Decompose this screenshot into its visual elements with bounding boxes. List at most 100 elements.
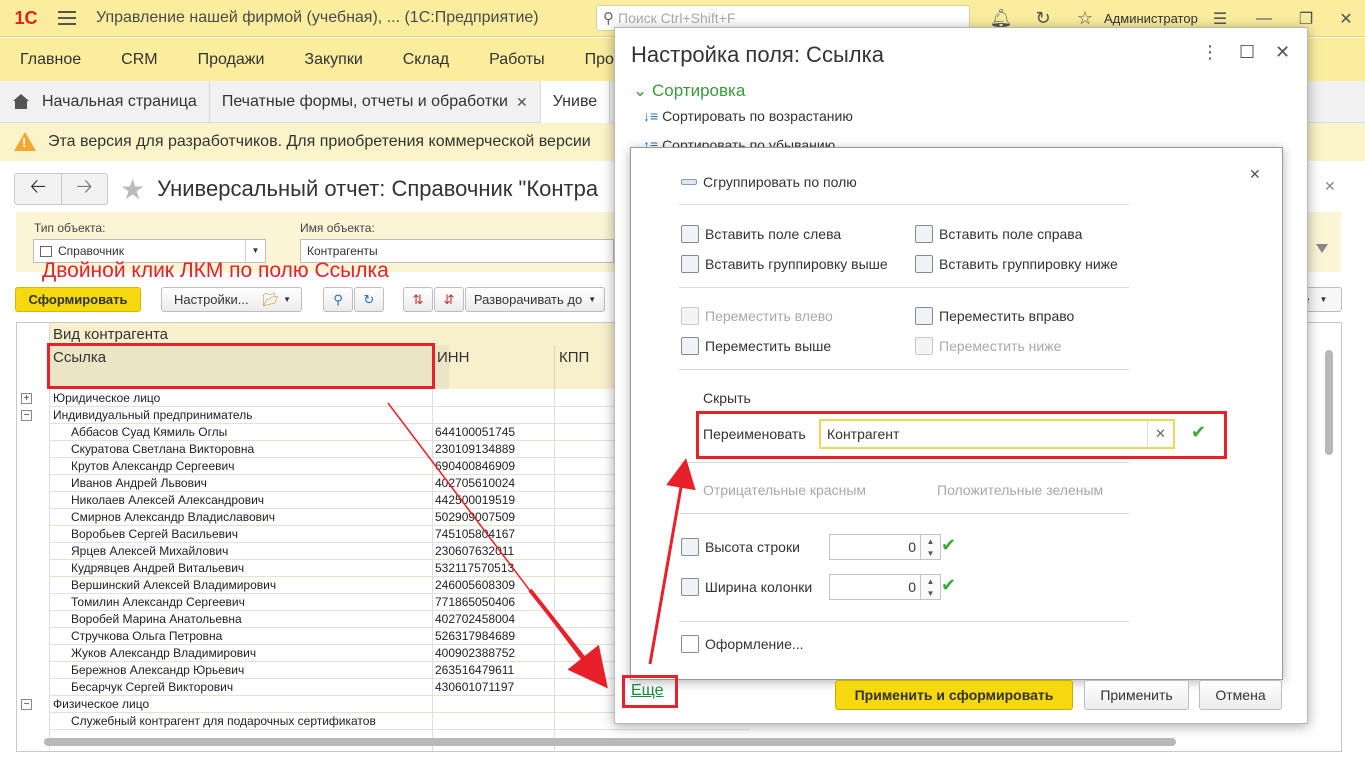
find-next-button[interactable]: ↻	[354, 287, 384, 312]
collapse-individual-icon[interactable]: −	[21, 410, 32, 421]
col-width-stepper[interactable]: ▲ ▼	[921, 574, 941, 600]
insert-group-above[interactable]: Вставить группировку выше	[681, 255, 888, 273]
sort-asc-icon[interactable]: ⇅	[403, 287, 433, 312]
variants-icon: 📂︎	[262, 291, 280, 307]
row-inn[interactable]: 230607632011	[435, 544, 514, 558]
row-inn[interactable]: 402705610024	[435, 476, 515, 490]
row-inn[interactable]: 644100051745	[435, 425, 515, 439]
forward-arrow-icon[interactable]: 🡢	[61, 174, 107, 204]
group-individual[interactable]: Индивидуальный предприниматель	[53, 408, 252, 422]
favorite-star-icon[interactable]: ★	[120, 173, 145, 206]
more-vert-icon[interactable]: ⋮	[1201, 42, 1219, 63]
more-link[interactable]: Еще	[631, 682, 664, 700]
row-inn[interactable]: 402702458004	[435, 612, 515, 626]
insert-right[interactable]: Вставить поле справа	[915, 225, 1082, 243]
move-up[interactable]: Переместить выше	[681, 337, 831, 355]
col-width-confirm-icon[interactable]: ✔	[941, 575, 956, 596]
row-name[interactable]: Ярцев Алексей Михайлович	[71, 544, 228, 558]
row-inn[interactable]: 502909007509	[435, 510, 515, 524]
insert-left[interactable]: Вставить поле слева	[681, 225, 841, 243]
row-name[interactable]: Воробей Марина Анатольевна	[71, 612, 242, 626]
vertical-scrollbar[interactable]	[1324, 350, 1334, 710]
table-row[interactable]: Служебный контрагент для подарочных серт…	[71, 714, 376, 728]
collapse-physical-icon[interactable]: −	[21, 699, 32, 710]
expand-to-button[interactable]: Разворачивать до ▼	[465, 287, 605, 312]
maximize-icon[interactable]: ☐	[1239, 42, 1255, 63]
popup-close-icon[interactable]: ✕	[1249, 166, 1261, 183]
row-name[interactable]: Воробьев Сергей Васильевич	[71, 527, 238, 541]
tab-print-forms[interactable]: Печатные формы, отчеты и обработки ✕	[210, 81, 541, 123]
col-inn-header[interactable]: ИНН	[437, 349, 469, 366]
group-by-field[interactable]: Сгруппировать по полю	[681, 174, 857, 190]
sort-desc-icon[interactable]: ⇵	[434, 287, 464, 312]
menu-works[interactable]: Работы	[469, 38, 565, 81]
tab-universal-report[interactable]: Униве	[540, 81, 611, 123]
row-name[interactable]: Иванов Андрей Львович	[71, 476, 207, 490]
row-height-confirm-icon[interactable]: ✔	[941, 535, 956, 556]
row-inn[interactable]: 430601071197	[435, 680, 514, 694]
row-name[interactable]: Кудрявцев Андрей Витальевич	[71, 561, 244, 575]
menu-purchases[interactable]: Закупки	[284, 38, 382, 81]
insert-group-below[interactable]: Вставить группировку ниже	[915, 255, 1118, 273]
group-by-label: Сгруппировать по полю	[703, 174, 857, 190]
row-name[interactable]: Смирнов Александр Владиславович	[71, 510, 275, 524]
row-name[interactable]: Крутов Александр Сергеевич	[71, 459, 234, 473]
row-name[interactable]: Аббасов Суад Кямиль Оглы	[71, 425, 227, 439]
close-icon[interactable]: ✕	[1326, 0, 1365, 37]
move-left[interactable]: Переместить влево	[681, 307, 833, 325]
negative-red[interactable]: Отрицательные красным	[703, 482, 866, 498]
report-close-icon[interactable]: ✕	[1324, 178, 1336, 195]
app-logo[interactable]: 1С	[0, 0, 52, 37]
dialog-close-icon[interactable]: ✕	[1275, 42, 1290, 63]
positive-green[interactable]: Положительные зеленым	[937, 482, 1103, 498]
row-inn[interactable]: 442500019519	[435, 493, 515, 507]
expand-legal-icon[interactable]: +	[21, 393, 32, 404]
row-name[interactable]: Вершинский Алексей Владимирович	[71, 578, 276, 592]
row-inn[interactable]: 690400846909	[435, 459, 515, 473]
row-inn[interactable]: 745105804167	[435, 527, 515, 541]
generate-button[interactable]: Сформировать	[15, 287, 141, 312]
row-inn[interactable]: 263516479611	[435, 663, 514, 677]
find-button[interactable]: ⚲	[323, 287, 353, 312]
row-height-input[interactable]: 0	[829, 534, 921, 560]
horizontal-scrollbar[interactable]	[44, 737, 1298, 747]
menu-crm[interactable]: CRM	[101, 38, 177, 81]
menu-sales[interactable]: Продажи	[178, 38, 285, 81]
row-name[interactable]: Бесарчук Сергей Викторович	[71, 680, 233, 694]
row-inn[interactable]: 532117570513	[435, 561, 514, 575]
row-name[interactable]: Стручкова Ольга Петровна	[71, 629, 222, 643]
menu-warehouse[interactable]: Склад	[383, 38, 469, 81]
row-name[interactable]: Томилин Александр Сергеевич	[71, 595, 245, 609]
row-inn[interactable]: 400902388752	[435, 646, 515, 660]
move-down[interactable]: Переместить ниже	[915, 337, 1061, 355]
settings-button[interactable]: Настройки... 📂︎ ▼	[161, 287, 302, 312]
format-item[interactable]: Оформление...	[681, 635, 804, 653]
main-menu-icon[interactable]	[52, 11, 82, 25]
row-name[interactable]: Скуратова Светлана Викторовна	[71, 442, 254, 456]
row-name[interactable]: Бережнов Александр Юрьевич	[71, 663, 244, 677]
apply-and-generate-button[interactable]: Применить и сформировать	[835, 680, 1073, 710]
sort-section[interactable]: ⌄ Сортировка	[633, 81, 745, 101]
row-inn[interactable]: 526317984689	[435, 629, 515, 643]
back-arrow-icon[interactable]: 🡠	[15, 174, 61, 204]
col-width-input[interactable]: 0	[829, 574, 921, 600]
tab-close-icon[interactable]: ✕	[516, 94, 528, 111]
row-inn[interactable]: 230109134889	[435, 442, 515, 456]
filter-icon[interactable]	[1316, 244, 1328, 253]
apply-button[interactable]: Применить	[1084, 680, 1189, 710]
group-physical[interactable]: Физическое лицо	[53, 697, 149, 711]
sort-asc-item[interactable]: ↓≡ Сортировать по возрастанию	[643, 108, 853, 124]
row-height-stepper[interactable]: ▲ ▼	[921, 534, 941, 560]
user-name[interactable]: Администратор	[1104, 11, 1198, 26]
col-kpp-header[interactable]: КПП	[559, 349, 589, 366]
row-name[interactable]: Жуков Александр Владимирович	[71, 646, 256, 660]
menu-main[interactable]: Главное	[0, 38, 101, 81]
tab-home[interactable]: Начальная страница	[0, 81, 210, 123]
row-inn[interactable]: 771865050406	[435, 595, 515, 609]
row-name[interactable]: Николаев Алексей Александрович	[71, 493, 264, 507]
hide-field[interactable]: Скрыть	[703, 390, 751, 406]
cancel-button[interactable]: Отмена	[1199, 680, 1282, 710]
move-right[interactable]: Переместить вправо	[915, 307, 1074, 325]
group-legal[interactable]: Юридическое лицо	[53, 391, 160, 405]
row-inn[interactable]: 246005608309	[435, 578, 515, 592]
